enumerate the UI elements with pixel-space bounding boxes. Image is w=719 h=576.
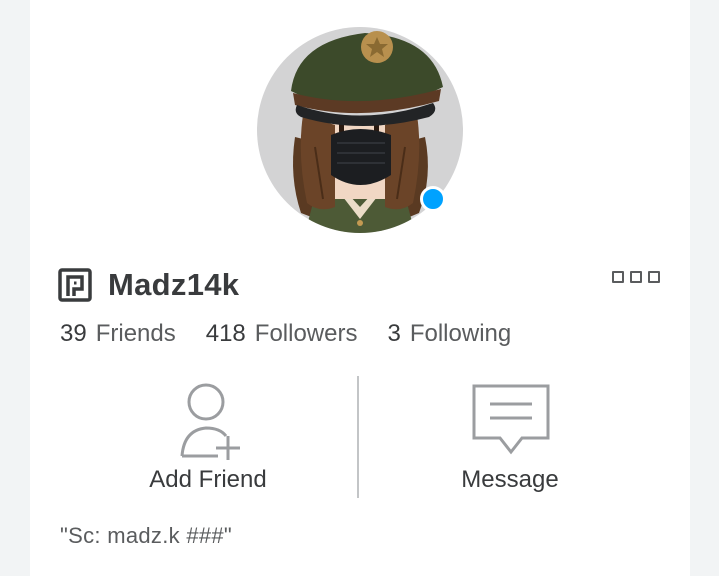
message-button[interactable]: Message	[360, 372, 660, 497]
friends-stat[interactable]: 39 Friends	[60, 320, 176, 348]
profile-card: Madz14k 39 Friends 418 Followers 3 Follo…	[30, 0, 690, 576]
following-count: 3	[387, 320, 401, 347]
following-label: Following	[409, 320, 512, 347]
more-options-button[interactable]	[612, 268, 664, 286]
actions-divider	[357, 376, 359, 498]
more-options-icon	[648, 271, 660, 283]
message-label: Message	[461, 466, 559, 493]
message-icon	[472, 384, 550, 455]
friends-count: 39	[60, 320, 87, 347]
profile-status: "Sc: madz.k ###"	[60, 523, 233, 548]
followers-label: Followers	[254, 320, 358, 347]
more-options-icon	[630, 271, 642, 283]
profile-stats: 39 Friends 418 Followers 3 Following	[60, 320, 511, 348]
followers-stat[interactable]: 418 Followers	[206, 320, 358, 348]
friends-label: Friends	[95, 320, 176, 347]
premium-icon	[58, 268, 92, 302]
add-friend-button[interactable]: Add Friend	[58, 372, 358, 497]
profile-username: Madz14k	[108, 267, 240, 302]
more-options-icon	[612, 271, 624, 283]
add-friend-label: Add Friend	[149, 466, 267, 493]
profile-actions: Add Friend Message	[30, 372, 690, 502]
add-friend-icon	[180, 383, 240, 460]
online-presence-indicator	[420, 186, 446, 212]
followers-count: 418	[205, 320, 246, 347]
following-stat[interactable]: 3 Following	[387, 320, 511, 348]
